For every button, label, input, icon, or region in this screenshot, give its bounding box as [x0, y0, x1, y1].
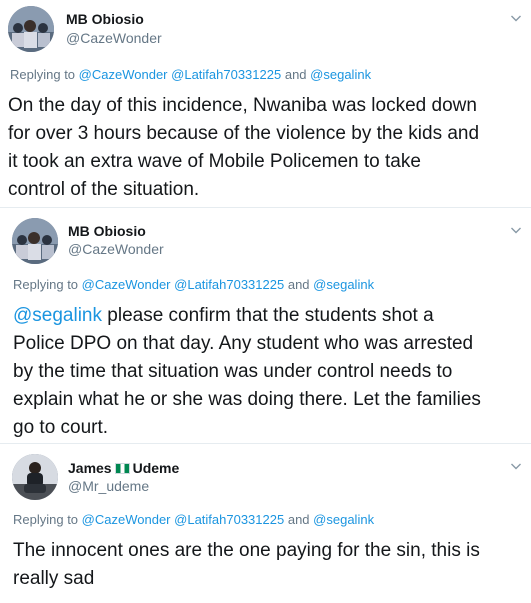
mention-link[interactable]: @segalink [13, 305, 102, 326]
chevron-down-icon[interactable] [510, 460, 522, 472]
mention-link[interactable]: @Latifah70331225 [171, 67, 281, 82]
replying-and: and [287, 277, 310, 292]
chevron-down-icon[interactable] [510, 224, 522, 236]
author-name[interactable]: MB Obiosio [68, 223, 146, 239]
author-handle[interactable]: @Mr_udeme [68, 478, 149, 494]
tweet: MB Obiosio @CazeWonder Replying to @Caze… [0, 207, 531, 444]
author-name-last: Udeme [132, 460, 180, 476]
replying-to-line: Replying to @CazeWonder @Latifah70331225… [13, 277, 374, 292]
mention-link[interactable]: @Latifah70331225 [174, 512, 284, 527]
author-name[interactable]: James Udeme [68, 460, 179, 476]
tweet: MB Obiosio @CazeWonder Replying to @Caze… [0, 0, 531, 207]
author-name[interactable]: MB Obiosio [66, 11, 144, 27]
tweet-text: On the day of this incidence, Nwaniba wa… [8, 95, 480, 200]
replying-to-label: Replying to [13, 512, 79, 527]
chevron-down-icon[interactable] [510, 12, 522, 24]
replying-to-label: Replying to [13, 277, 79, 292]
author-handle[interactable]: @CazeWonder [68, 241, 164, 257]
mention-link[interactable]: @CazeWonder [82, 512, 171, 527]
avatar[interactable] [8, 6, 54, 52]
replying-and: and [287, 512, 310, 527]
profile-photo [8, 6, 54, 52]
mention-link[interactable]: @segalink [313, 277, 374, 292]
avatar[interactable] [12, 454, 58, 500]
tweet-text: The innocent ones are the one paying for… [13, 540, 480, 589]
mention-link[interactable]: @segalink [310, 67, 371, 82]
mention-link[interactable]: @Latifah70331225 [174, 277, 284, 292]
profile-photo [12, 218, 58, 264]
mention-link[interactable]: @CazeWonder [82, 277, 171, 292]
tweet: James Udeme @Mr_udeme Replying to @CazeWo… [0, 443, 531, 603]
avatar[interactable] [12, 218, 58, 264]
profile-photo [12, 454, 58, 500]
replying-to-line: Replying to @CazeWonder @Latifah70331225… [13, 512, 374, 527]
mention-link[interactable]: @segalink [313, 512, 374, 527]
replying-and: and [284, 67, 307, 82]
replying-to-line: Replying to @CazeWonder @Latifah70331225… [10, 67, 371, 82]
tweet-text: @segalink please confirm that the studen… [13, 302, 523, 442]
author-handle[interactable]: @CazeWonder [66, 30, 162, 46]
nigeria-flag-icon [114, 463, 130, 474]
author-name-first: James [68, 460, 112, 476]
mention-link[interactable]: @CazeWonder [79, 67, 168, 82]
replying-to-label: Replying to [10, 67, 76, 82]
